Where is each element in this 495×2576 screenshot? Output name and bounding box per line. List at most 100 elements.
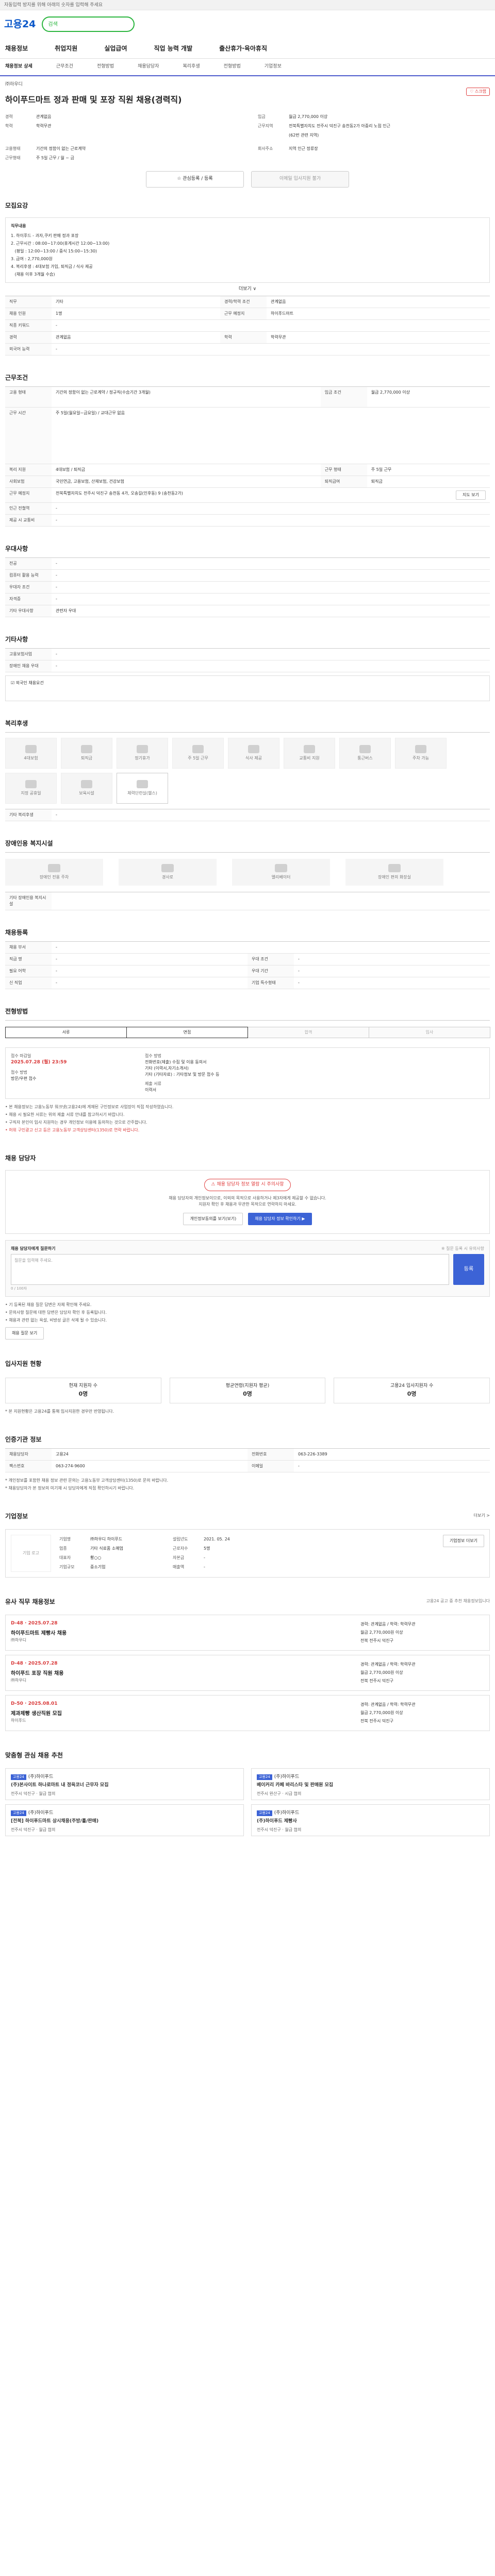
card-title[interactable]: (주)본사이트 하나로마트 내 정육코너 근무자 모집 xyxy=(11,1782,238,1789)
view-questions-button[interactable]: 채용 질문 보기 xyxy=(5,1327,44,1340)
cell: 4대보험 / 퇴직금 xyxy=(52,464,321,476)
disab-label: 장애인 편의 화장실 xyxy=(378,875,411,879)
company-more-link[interactable]: 더보기 > xyxy=(474,1513,490,1519)
card-company: ㈜하우디 xyxy=(11,1677,27,1683)
vacation-icon xyxy=(137,745,148,753)
card-title[interactable]: (주)하이푸드 제빵사 xyxy=(257,1818,484,1825)
gnb-item-leave[interactable]: 출산휴가·육아휴직 xyxy=(219,44,267,53)
tab-company[interactable]: 기업정보 xyxy=(265,63,282,71)
gnb-item-benefit[interactable]: 실업급여 xyxy=(104,44,127,53)
welfare-label: 체력단련실(헬스) xyxy=(127,791,157,795)
tab-process-2[interactable]: 전형방법 xyxy=(224,63,241,71)
similar-title: 유사 직무 채용정보 xyxy=(5,1598,55,1605)
card-meta: 전주시 덕진구 · 월급 협의 xyxy=(11,1827,56,1832)
company-title: 기업정보 xyxy=(5,1513,28,1520)
similar-job-card[interactable]: D-50 · 2025.08.01 제과제빵 생산직원 모집 하이푸드 경력: 관계… xyxy=(5,1695,490,1731)
welfare-label: 주차 가능 xyxy=(412,756,429,760)
tab-contact[interactable]: 채용담당자 xyxy=(138,63,159,71)
cell: 경력/학력 조건 xyxy=(220,296,267,308)
question-hint: ※ 질문 등록 시 유의사항 xyxy=(441,1246,484,1251)
cell: 직급 명 xyxy=(5,953,52,965)
cell: 기타 우대사항 xyxy=(5,605,52,617)
recommend-card[interactable]: 고용24 (주)하이푸드 베이커리 카페 바리스타 및 판매원 모집 전주시 완산구 … xyxy=(251,1768,490,1800)
tab-condition[interactable]: 근무조건 xyxy=(56,63,73,71)
disab-item: 장애인 전용 주차 xyxy=(5,859,103,886)
welfare-label: 4대보험 xyxy=(24,756,38,760)
card-tag: 고용24 xyxy=(11,1774,26,1780)
gnb-item-support[interactable]: 취업지원 xyxy=(55,44,77,53)
value-career: 관계없음 xyxy=(36,114,52,119)
card-title[interactable]: 하이푸드 포장 직원 채용 xyxy=(11,1670,63,1677)
similar-job-card[interactable]: D-48 · 2025.07.28 하이푸드마트 제빵사 채용 ㈜하우디 경력: 관… xyxy=(5,1615,490,1651)
welfare-label: 지정 공휴일 xyxy=(21,791,41,795)
view-contact-button[interactable]: 채용 담당자 정보 확인하기 ▶ xyxy=(248,1212,312,1225)
recommend-section: 맞춤형 관심 채용 추천 고용24 (주)하이푸드 (주)본사이트 하나로마트 내 … xyxy=(0,1745,495,1836)
tab-process[interactable]: 전형방법 xyxy=(97,63,114,71)
stat-box: 현재 지원자 수 0명 xyxy=(5,1378,161,1403)
contact-section: 채용 담당자 ⚠ 채용 담당자 정보 열람 시 주의사항 채용 담당자의 개인정… xyxy=(0,1148,495,1340)
privacy-consent-button[interactable]: 개인정보동의를 보기(보기) xyxy=(183,1212,243,1225)
stat-label: 고용24 입사지원자 수 xyxy=(390,1383,434,1388)
gnb-item-training[interactable]: 직업 능력 개발 xyxy=(154,44,193,53)
card-company: (주)하이푸드 xyxy=(274,1774,300,1780)
holiday-icon xyxy=(25,780,37,788)
label: 매출액 xyxy=(173,1565,185,1569)
value-address: 지역 인근 정류장 xyxy=(289,146,318,151)
cell: - xyxy=(52,977,248,989)
cell: 필요 어학 xyxy=(5,965,52,977)
note-line-warning: • 허위 구인광고 신고 등은 고용노동부 고객상담센터(1350)로 연락 바… xyxy=(5,1128,140,1132)
welfare-item: 통근버스 xyxy=(339,738,391,769)
method-line: 전화번호(제출) 수집 및 이용 동의서 xyxy=(145,1060,207,1064)
card-title[interactable]: [전북] 하이푸드마트 상시채용(주방/홀/판매) xyxy=(11,1818,238,1825)
cell: - xyxy=(52,941,490,954)
transport-icon xyxy=(304,745,315,753)
tab-welfare[interactable]: 복리후생 xyxy=(183,63,200,71)
bus-icon xyxy=(359,745,371,753)
welfare-item: 보육시설 xyxy=(61,773,112,804)
value: 황○○ xyxy=(90,1555,102,1560)
company-box: 기업 로고 기업명 ㈜하우디 하이푸드 설립년도 2021. 05. 24 업종 기타 … xyxy=(5,1529,490,1578)
cell: 이메일 xyxy=(248,1460,294,1472)
cell xyxy=(52,892,490,910)
disab-label: 장애인 전용 주차 xyxy=(39,875,69,879)
scrap-button[interactable]: ♡ 스크랩 xyxy=(466,88,490,96)
tab-detail[interactable]: 채용정보 상세 xyxy=(5,63,32,71)
card-company: (주)하이푸드 xyxy=(274,1810,300,1816)
recommend-card[interactable]: 고용24 (주)하이푸드 (주)하이푸드 제빵사 전주시 덕진구 · 월급 협의 xyxy=(251,1804,490,1836)
company-info-button[interactable]: 기업정보 더보기 xyxy=(442,1535,484,1547)
recommend-card[interactable]: 고용24 (주)하이푸드 [전북] 하이푸드마트 상시채용(주방/홀/판매) 전주시 … xyxy=(5,1804,244,1836)
step-pass: 합격 xyxy=(248,1027,369,1038)
condition-table: 고용 형태 기간의 정함이 없는 근로계약 / 정규직(수습기간 3개월) 임금 조… xyxy=(5,386,490,527)
email-apply-button[interactable]: 이메일 입사지원 불가 xyxy=(251,171,349,188)
cell: 근무 시간 xyxy=(5,407,52,464)
similar-job-card[interactable]: D-48 · 2025.07.28 하이푸드 포장 직원 채용 ㈜하우디 경력: 관… xyxy=(5,1655,490,1691)
card-title[interactable]: 제과제빵 생산직원 모집 xyxy=(11,1710,62,1718)
logo[interactable]: 고용24 xyxy=(4,17,36,32)
question-submit-button[interactable]: 등록 xyxy=(453,1253,484,1285)
disab-etc-table: 기타 장애인용 복지시설 xyxy=(5,892,490,910)
welfare-label: 보육시설 xyxy=(79,791,94,795)
foreigner-note: ☑ 외국인 채용요건 xyxy=(5,675,490,701)
dday: D-50 · 2025.08.01 xyxy=(11,1701,58,1706)
question-textarea[interactable]: 질문을 입력해 주세요. xyxy=(11,1253,449,1285)
cell: - xyxy=(52,660,490,672)
label-work-type: 근무형태 xyxy=(5,155,21,160)
search-input[interactable]: 검색 xyxy=(42,16,135,32)
more-button[interactable]: 더보기 ∨ xyxy=(5,286,490,293)
search-placeholder: 검색 xyxy=(48,21,58,27)
card-title[interactable]: 하이푸드마트 제빵사 채용 xyxy=(11,1630,67,1637)
similar-note: 고용24 공고 중 추천 채용정보입니다 xyxy=(426,1599,490,1603)
recommend-card[interactable]: 고용24 (주)하이푸드 (주)본사이트 하나로마트 내 정육코너 근무자 모집 전주… xyxy=(5,1768,244,1800)
value-location: 전북특별자치도 전주시 덕진구 송천동2가 아중리 노점 인근 xyxy=(289,123,390,128)
welfare-grid: 4대보험 퇴직금 정기휴가 주 5일 근무 식사 제공 교통비 지원 통근버스 … xyxy=(5,732,490,809)
method-line: 기타 (이력서,자기소개서) xyxy=(145,1066,189,1071)
cell: 관련자 우대 xyxy=(52,605,490,617)
cell: 기타 장애인용 복지시설 xyxy=(5,892,52,910)
interest-button[interactable]: ☆ 관심등록 / 등록 xyxy=(146,171,244,188)
cell: 채용 부서 xyxy=(5,941,52,954)
contact-line: 지원자 확인 후 채용과 무관한 목적으로 연락하지 마세요. xyxy=(199,1201,296,1207)
map-button[interactable]: 지도 보기 xyxy=(456,490,486,500)
gnb-item-jobs[interactable]: 채용정보 xyxy=(5,44,28,53)
card-title[interactable]: 베이커리 카페 바리스타 및 판매원 모집 xyxy=(257,1782,484,1789)
card-meta: 월급 2,770,000원 이상 xyxy=(360,1710,403,1715)
